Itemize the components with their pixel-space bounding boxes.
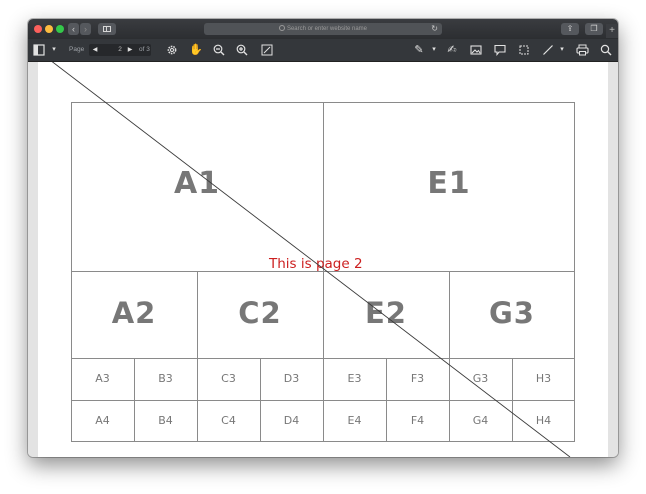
sidebar-toggle-button[interactable] [32,39,46,61]
share-button[interactable]: ⇪ [561,23,579,35]
pdf-toolbar: ▾ Page ◀ 2 ▶ of 3 ✋ ✎ ▾ ✍ ▾ [28,39,618,62]
page-count-label: of 3 [139,46,150,53]
comment-icon [494,44,506,57]
reload-icon[interactable]: ↻ [431,23,438,35]
zoom-out-icon [213,44,225,56]
tabs-overview-button[interactable]: ❐ [585,23,603,35]
browser-window: ‹ › Search or enter website name ↻ ⇪ ❐ +… [28,19,618,457]
insert-image-button[interactable] [468,39,484,61]
expand-icon [261,44,273,56]
forward-button[interactable]: › [80,23,91,35]
sidebar-options-dropdown[interactable]: ▾ [50,39,58,61]
crop-button[interactable] [516,39,532,61]
close-window-button[interactable] [34,25,42,33]
address-placeholder: Search or enter website name [286,26,368,32]
sidebar-icon [103,26,111,32]
search-icon [278,25,285,31]
share-icon: ⇪ [566,24,574,33]
zoom-window-button[interactable] [56,25,64,33]
find-button[interactable] [598,39,614,61]
sidebar-panel-icon [33,44,45,56]
plus-icon: + [609,25,615,36]
pdf-viewer[interactable]: A1 E1 A2 C2 E2 G3 A3 B3 C3 D3 E3 F3 G3 H… [28,62,618,457]
chevron-down-icon: ▾ [432,46,436,53]
line-icon [543,45,553,55]
chevron-right-icon: › [84,24,87,34]
image-icon [470,45,482,55]
chevron-down-icon: ▾ [52,46,56,53]
signature-icon: ✍ [447,44,457,56]
chevron-left-icon: ‹ [72,24,75,34]
fullscreen-button[interactable] [259,39,275,61]
previous-page-button[interactable]: ◀ [91,44,99,56]
title-bar: ‹ › Search or enter website name ↻ ⇪ ❐ + [28,19,618,39]
gear-icon [167,45,177,55]
zoom-out-button[interactable] [211,39,227,61]
hand-icon: ✋ [189,44,203,56]
draw-tool-button[interactable]: ✎ [411,39,427,61]
minimize-window-button[interactable] [45,25,53,33]
crop-icon [519,45,529,55]
chevron-down-icon: ▾ [560,46,564,53]
tabs-icon: ❐ [590,24,598,33]
new-tab-button[interactable]: + [606,24,618,38]
next-page-button[interactable]: ▶ [126,44,134,56]
printer-icon [575,44,589,56]
address-bar[interactable]: Search or enter website name ↻ [204,23,442,35]
print-button[interactable] [574,39,590,61]
line-annotation[interactable] [28,62,618,457]
settings-button[interactable] [164,39,180,61]
show-sidebar-button[interactable] [98,23,116,35]
back-button[interactable]: ‹ [68,23,79,35]
signature-button[interactable]: ✍ [444,39,460,61]
shape-options-dropdown[interactable]: ▾ [558,39,566,61]
draw-options-dropdown[interactable]: ▾ [430,39,438,61]
pan-tool-button[interactable]: ✋ [188,39,204,61]
pen-icon: ✎ [414,44,424,56]
zoom-in-icon [236,44,248,56]
comment-button[interactable] [492,39,508,61]
page-label: Page [69,46,85,53]
zoom-in-button[interactable] [234,39,250,61]
search-icon [600,44,612,56]
line-tool-button[interactable] [540,39,556,61]
